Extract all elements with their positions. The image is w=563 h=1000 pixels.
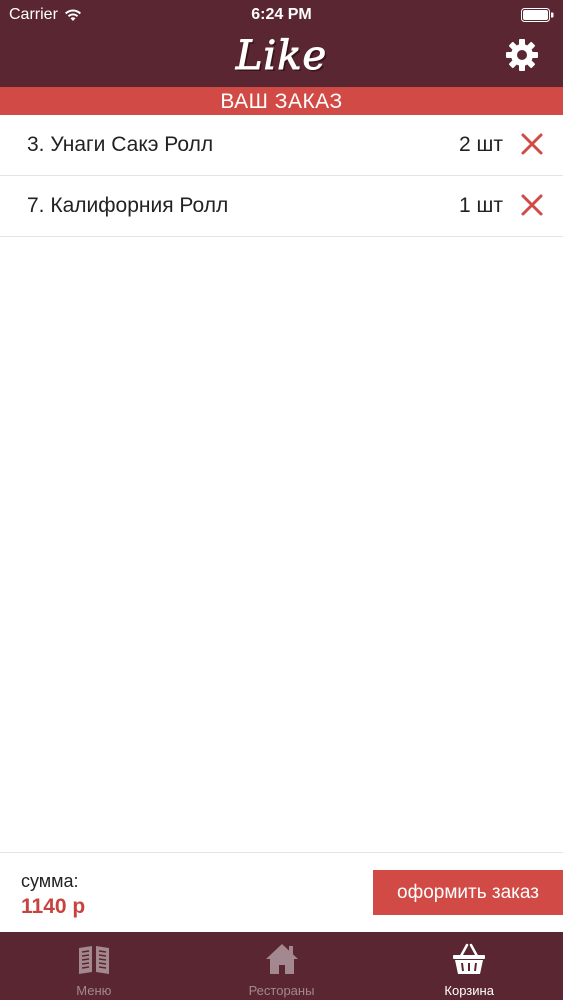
- order-item-name: 7. Калифорния Ролл: [27, 194, 229, 217]
- total-value: 1140 р: [21, 895, 86, 918]
- order-item-quantity: 2 шт: [459, 133, 503, 156]
- gear-icon[interactable]: [505, 38, 539, 72]
- tab-bar: Меню Рестораны Корзина: [0, 932, 563, 1000]
- order-item-quantity: 1 шт: [459, 194, 503, 217]
- app-logo: Like: [235, 33, 328, 80]
- remove-item-icon[interactable]: [520, 132, 544, 156]
- tab-menu[interactable]: Меню: [0, 932, 188, 1000]
- order-item-name: 3. Унаги Сакэ Ролл: [27, 133, 214, 156]
- order-row[interactable]: 7. Калифорния Ролл 1 шт: [0, 176, 563, 237]
- status-time: 6:24 PM: [251, 6, 312, 23]
- basket-icon: [453, 943, 486, 974]
- order-banner: ВАШ ЗАКАЗ: [0, 87, 563, 115]
- tab-cart[interactable]: Корзина: [375, 932, 563, 1000]
- tab-restaurants-label: Рестораны: [248, 983, 315, 998]
- battery-icon: [521, 8, 554, 22]
- order-row[interactable]: 3. Унаги Сакэ Ролл 2 шт: [0, 115, 563, 176]
- order-list: 3. Унаги Сакэ Ролл 2 шт 7. Калифорния Ро…: [0, 115, 563, 237]
- header: Carrier 6:24 PM Like: [0, 0, 563, 87]
- menu-book-icon: [78, 946, 109, 974]
- home-icon: [265, 944, 298, 974]
- total-label: сумма:: [21, 871, 79, 891]
- tab-cart-label: Корзина: [444, 983, 494, 998]
- order-summary: сумма: 1140 р оформить заказ: [0, 852, 563, 933]
- remove-item-icon[interactable]: [520, 193, 544, 217]
- checkout-button[interactable]: оформить заказ: [373, 870, 563, 915]
- screen: Carrier 6:24 PM Like ВАШ ЗАКАЗ 3. Унаги …: [0, 0, 563, 1000]
- status-bar: Carrier 6:24 PM: [0, 0, 563, 30]
- tab-menu-label: Меню: [76, 983, 112, 998]
- tab-restaurants[interactable]: Рестораны: [188, 932, 376, 1000]
